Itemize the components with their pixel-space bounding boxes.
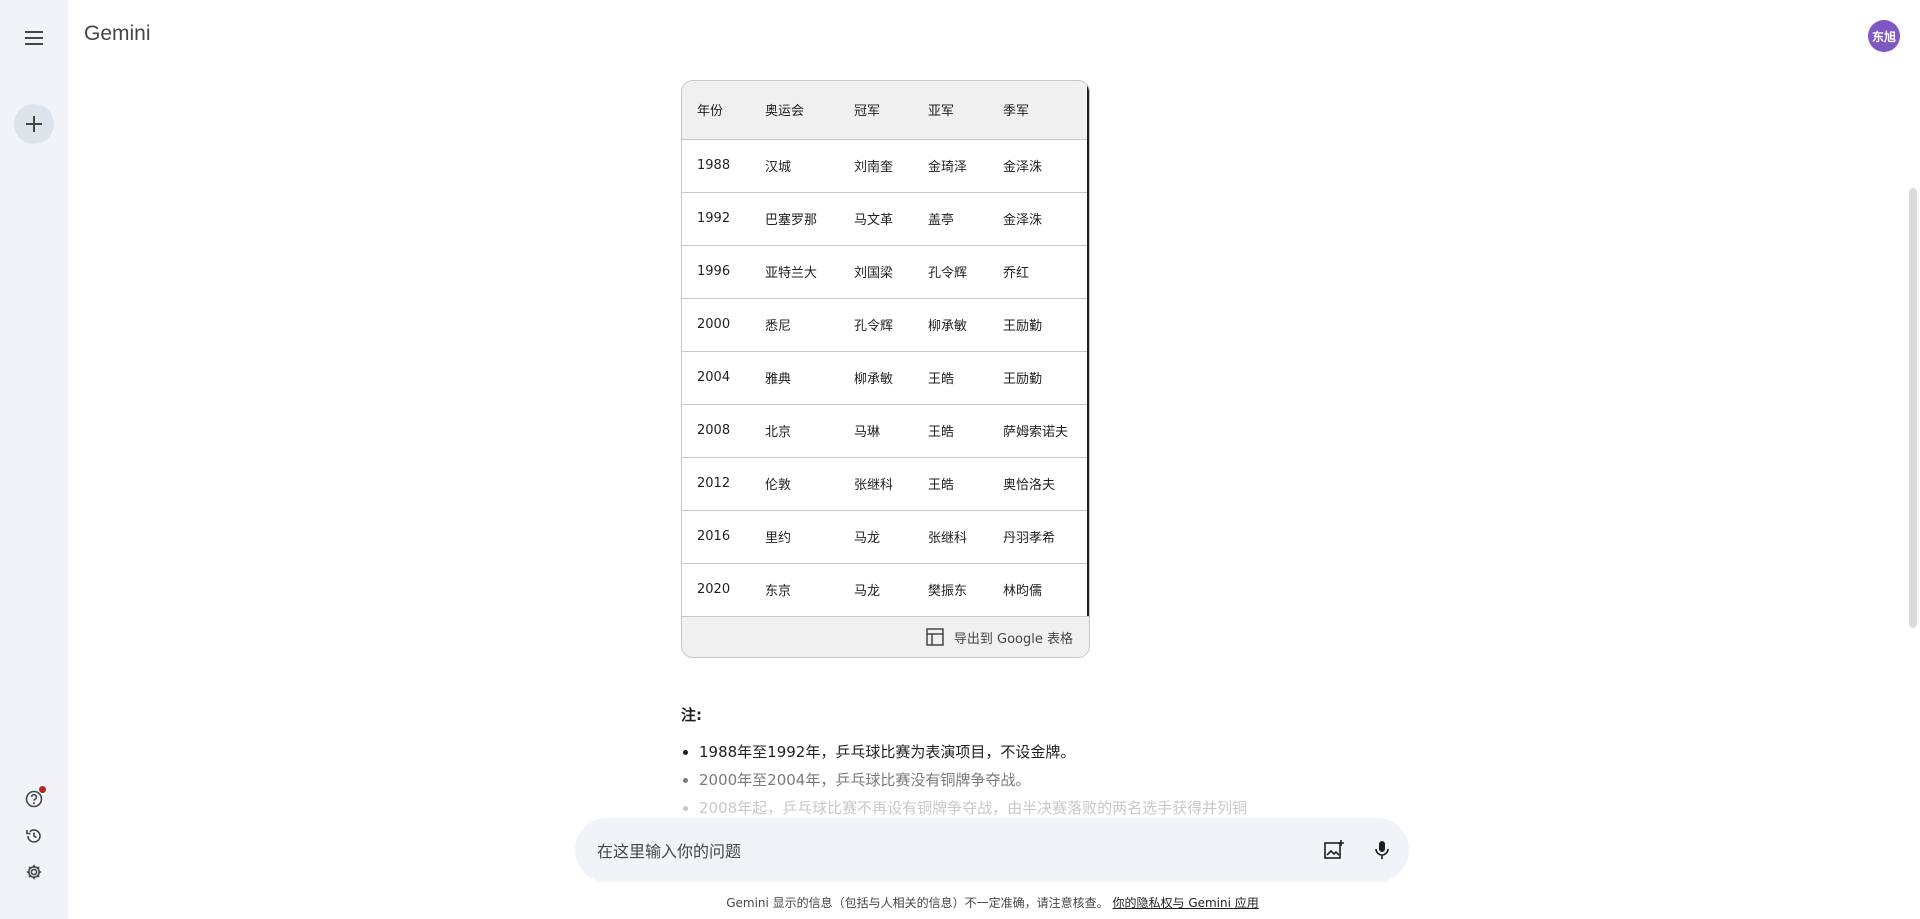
cell-silver: 樊振东 <box>928 584 968 600</box>
cell-silver: 王皓 <box>928 425 955 440</box>
settings-button[interactable] <box>20 858 48 886</box>
cell-gold: 马琳 <box>854 425 881 440</box>
notification-dot <box>39 786 46 793</box>
history-icon <box>26 829 41 843</box>
cell-bronze: 王励勤 <box>1003 319 1043 334</box>
cell-olympics: 亚特兰大 <box>765 266 818 281</box>
table-icon <box>926 628 944 646</box>
cell-silver: 王皓 <box>928 478 955 493</box>
cell-olympics: 悉尼 <box>765 319 792 334</box>
list-item: 2000年至2004年，乒乓球比赛没有铜牌争夺战。 <box>699 766 1399 794</box>
prompt-composer <box>575 818 1409 884</box>
microphone-button[interactable] <box>1368 836 1396 864</box>
cell-bronze: 金泽洙 <box>1003 213 1043 228</box>
cell-gold: 马龙 <box>854 531 881 546</box>
cell-bronze: 乔红 <box>1003 266 1030 281</box>
cell-year: 2020 <box>697 582 731 598</box>
cell-silver: 盖亭 <box>928 213 955 228</box>
cell-year: 1992 <box>697 211 731 226</box>
cell-year: 1996 <box>697 264 731 279</box>
help-button[interactable] <box>20 785 48 813</box>
notes-title: 注: <box>681 706 702 724</box>
cell-bronze: 林昀儒 <box>1003 584 1043 600</box>
new-chat-button[interactable] <box>14 104 54 144</box>
activity-button[interactable] <box>20 822 48 850</box>
cell-silver: 柳承敏 <box>928 319 968 334</box>
cell-bronze: 丹羽孝希 <box>1003 531 1056 546</box>
cell-gold: 张继科 <box>854 478 894 493</box>
table-row: 2004 雅典 柳承敏 王皓 王励勤 <box>682 351 1087 404</box>
cell-gold: 刘国梁 <box>854 266 894 281</box>
avatar[interactable]: 东旭 <box>1868 20 1900 52</box>
mic-icon <box>1375 841 1389 859</box>
table-row: 2016 里约 马龙 张继科 丹羽孝希 <box>682 510 1087 563</box>
table-row: 1996 亚特兰大 刘国梁 孔令辉 乔红 <box>682 245 1087 298</box>
data-table-card: 年份 奥运会 冠军 亚军 季军 1988 汉城 刘南奎 金琦泽 金泽洙 1992 巴塞罗那马… <box>681 80 1090 658</box>
scrollbar-thumb[interactable] <box>1909 188 1917 628</box>
cell-olympics: 伦敦 <box>765 478 792 493</box>
cell-olympics: 东京 <box>765 584 792 600</box>
scrollbar[interactable] <box>1906 0 1920 919</box>
cell-olympics: 里约 <box>765 531 792 546</box>
cell-bronze: 奥恰洛夫 <box>1003 478 1056 493</box>
cell-olympics: 巴塞罗那 <box>765 213 818 228</box>
cell-silver: 孔令辉 <box>928 266 968 281</box>
side-rail <box>0 0 68 919</box>
disclaimer: Gemini 显示的信息（包括与人相关的信息）不一定准确，请注意核查。 你的隐私… <box>0 894 1920 911</box>
cell-gold: 马龙 <box>854 584 881 600</box>
cell-olympics: 汉城 <box>765 160 792 175</box>
cell-year: 2000 <box>697 317 731 332</box>
notes-list: 1988年至1992年，乒乓球比赛为表演项目，不设金牌。 2000年至2004年… <box>681 738 1399 822</box>
cell-year: 1988 <box>697 158 731 173</box>
cell-bronze: 金泽洙 <box>1003 160 1043 175</box>
cell-year: 2004 <box>697 370 731 385</box>
header-bronze: 季军 <box>1003 104 1030 120</box>
cell-gold: 柳承敏 <box>854 372 894 387</box>
app-title: Gemini <box>84 22 151 45</box>
table-row: 2012 伦敦 张继科 王皓 奥恰洛夫 <box>682 457 1087 510</box>
cell-olympics: 北京 <box>765 425 792 440</box>
cell-silver: 金琦泽 <box>928 160 968 175</box>
privacy-link[interactable]: 你的隐私权与 Gemini 应用 <box>1113 896 1259 910</box>
disclaimer-text: Gemini 显示的信息（包括与人相关的信息）不一定准确，请注意核查。 <box>726 896 1109 910</box>
header-silver: 亚军 <box>928 104 955 120</box>
export-label: 导出到 Google 表格 <box>953 631 1073 647</box>
table-row: 2020 东京 马龙 樊振东 林昀儒 <box>682 563 1087 616</box>
cell-bronze: 萨姆索诺夫 <box>1003 425 1069 440</box>
gear-icon <box>26 864 42 880</box>
add-image-icon <box>1324 840 1344 859</box>
upload-image-button[interactable] <box>1320 836 1348 864</box>
cell-year: 2016 <box>697 529 731 544</box>
cell-silver: 王皓 <box>928 372 955 387</box>
cell-silver: 张继科 <box>928 531 968 546</box>
export-to-sheets-button[interactable]: 导出到 Google 表格 <box>682 616 1089 657</box>
cell-gold: 刘南奎 <box>854 160 894 175</box>
cell-olympics: 雅典 <box>765 372 792 387</box>
table-row: 1992 巴塞罗那 马文革 盖亭 金泽洙 <box>682 192 1087 245</box>
table-row: 2008 北京 马琳 王皓 萨姆索诺夫 <box>682 404 1087 457</box>
table-header-row: 年份 奥运会 冠军 亚军 季军 <box>682 81 1087 139</box>
table-row: 2000 悉尼 孔令辉 柳承敏 王励勤 <box>682 298 1087 351</box>
menu-icon[interactable] <box>18 22 50 54</box>
table-scroll-area: 年份 奥运会 冠军 亚军 季军 1988 汉城 刘南奎 金琦泽 金泽洙 1992 巴塞罗那马… <box>682 81 1089 616</box>
cell-year: 2012 <box>697 476 731 491</box>
header-olympics: 奥运会 <box>765 104 805 120</box>
table-row: 1988 汉城 刘南奎 金琦泽 金泽洙 <box>682 139 1087 192</box>
header-gold: 冠军 <box>854 104 881 120</box>
results-table: 年份 奥运会 冠军 亚军 季军 1988 汉城 刘南奎 金琦泽 金泽洙 1992 巴塞罗那马… <box>682 81 1087 616</box>
cell-year: 2008 <box>697 423 731 438</box>
plus-icon <box>26 116 42 132</box>
cell-bronze: 王励勤 <box>1003 372 1043 387</box>
prompt-input[interactable] <box>595 818 1239 884</box>
cell-gold: 马文革 <box>854 213 894 228</box>
cell-gold: 孔令辉 <box>854 319 894 334</box>
header-year: 年份 <box>697 104 724 120</box>
list-item: 1988年至1992年，乒乓球比赛为表演项目，不设金牌。 <box>699 738 1399 766</box>
